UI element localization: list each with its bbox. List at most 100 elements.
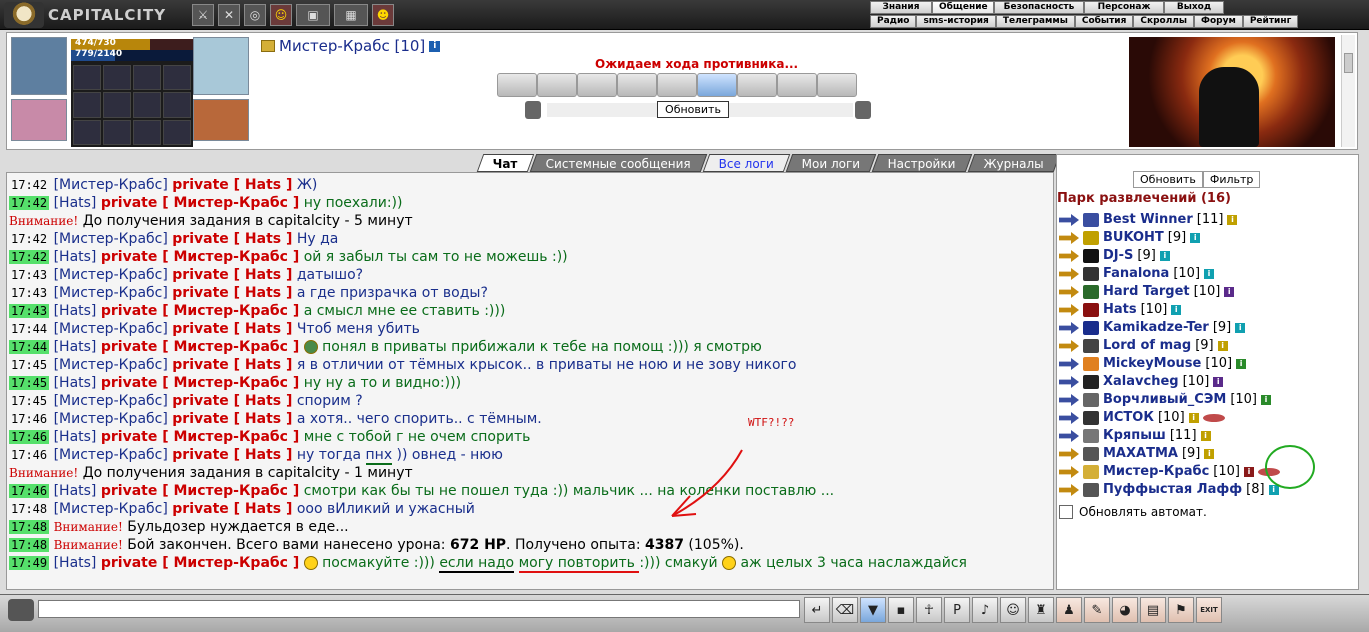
private-arrow-icon[interactable]: [1059, 304, 1079, 316]
scroll-slot[interactable]: [497, 73, 537, 97]
private-target[interactable]: private [ Hats ]: [172, 267, 292, 283]
private-arrow-icon[interactable]: [1059, 466, 1079, 478]
scroll-slot[interactable]: [777, 73, 817, 97]
user-name[interactable]: Ворчливый_СЭМ: [1103, 391, 1226, 409]
message-time[interactable]: 17:44: [9, 340, 50, 354]
nav-scrolls[interactable]: Скроллы: [1133, 15, 1195, 28]
inventory-icon[interactable]: ♟: [1056, 597, 1082, 623]
tab-journals[interactable]: Журналы: [967, 154, 1061, 172]
private-arrow-icon[interactable]: [1059, 214, 1079, 226]
private-target[interactable]: private [ Hats ]: [172, 447, 292, 463]
sender-nick[interactable]: [Мистер-Крабс]: [54, 357, 168, 373]
user-name[interactable]: BUKOHT: [1103, 229, 1164, 247]
user-row[interactable]: Fanalona [10] i: [1059, 265, 1280, 283]
private-target[interactable]: private [ Hats ]: [172, 231, 292, 247]
private-target[interactable]: private [ Мистер-Крабс ]: [101, 339, 299, 355]
info-icon[interactable]: i: [1213, 377, 1224, 387]
private-arrow-icon[interactable]: [1059, 484, 1079, 496]
map-icon[interactable]: ▦: [334, 4, 368, 26]
private-arrow-icon[interactable]: [1059, 358, 1079, 370]
helmet-slot[interactable]: [11, 37, 67, 95]
portrait-icon[interactable]: ▣: [296, 4, 330, 26]
wheel-icon[interactable]: ◎: [244, 4, 266, 26]
info-icon[interactable]: i: [1224, 287, 1235, 297]
inventory-slot[interactable]: [163, 65, 191, 91]
private-target[interactable]: private [ Hats ]: [172, 501, 292, 517]
tab-system-messages[interactable]: Системные сообщения: [529, 154, 707, 172]
nav-rating[interactable]: Рейтинг: [1242, 15, 1299, 28]
info-icon[interactable]: i: [1261, 395, 1271, 405]
info-icon[interactable]: i: [1268, 485, 1279, 495]
inventory-slot[interactable]: [73, 65, 101, 91]
message-time[interactable]: 17:49: [9, 556, 50, 570]
sender-nick[interactable]: [Мистер-Крабс]: [54, 393, 168, 409]
user-name[interactable]: Мистер-Крабс: [1103, 463, 1209, 481]
sender-nick[interactable]: [Hats]: [54, 339, 97, 355]
message-time[interactable]: 17:43: [9, 268, 49, 282]
inventory-slot[interactable]: [163, 119, 191, 145]
scroll-slot[interactable]: [737, 73, 777, 97]
user-name[interactable]: Best Winner: [1103, 211, 1193, 229]
user-row[interactable]: МАХАТМА [9] i: [1059, 445, 1280, 463]
message-time[interactable]: 17:48: [9, 502, 49, 516]
tab-settings[interactable]: Настройки: [872, 154, 973, 172]
info-icon[interactable]: i: [1159, 251, 1170, 261]
nav-communication[interactable]: Общение: [932, 1, 994, 14]
user-row[interactable]: Xalavcheg [10] i: [1059, 373, 1280, 391]
scrollbar[interactable]: [1341, 35, 1355, 147]
private-arrow-icon[interactable]: [1059, 250, 1079, 262]
info-icon[interactable]: i: [1227, 215, 1238, 225]
private-arrow-icon[interactable]: [1059, 232, 1079, 244]
info-icon[interactable]: i: [1171, 305, 1182, 315]
sender-nick[interactable]: [Мистер-Крабс]: [54, 447, 168, 463]
user-name[interactable]: Kamikadze-Ter: [1103, 319, 1209, 337]
info-icon[interactable]: i: [1190, 233, 1201, 243]
sender-nick[interactable]: [Мистер-Крабс]: [54, 267, 168, 283]
message-time[interactable]: 17:43: [9, 304, 50, 318]
clan-icon[interactable]: ♜: [1028, 597, 1054, 623]
nav-knowledge[interactable]: Знания: [870, 1, 932, 14]
character-icon[interactable]: ☻: [372, 4, 394, 26]
sender-nick[interactable]: [Мистер-Крабс]: [54, 285, 168, 301]
private-target[interactable]: private [ Мистер-Крабс ]: [101, 483, 299, 499]
user-row[interactable]: Lord of mag [9] i: [1059, 337, 1280, 355]
filter-icon[interactable]: ▼: [860, 597, 886, 623]
sender-nick[interactable]: [Мистер-Крабс]: [54, 321, 168, 337]
nav-exit[interactable]: Выход: [1164, 1, 1224, 14]
user-row[interactable]: Кряпыш [11] i: [1059, 427, 1280, 445]
message-time[interactable]: 17:42: [9, 250, 50, 264]
message-time[interactable]: 17:43: [9, 286, 49, 300]
scroll-slot-selected[interactable]: [697, 73, 737, 97]
user-name[interactable]: Xalavcheg: [1103, 373, 1179, 391]
user-row[interactable]: Hats [10] i: [1059, 301, 1280, 319]
user-name[interactable]: МАХАТМА: [1103, 445, 1178, 463]
flag-icon[interactable]: ⚑: [1168, 597, 1194, 623]
tab-all-logs[interactable]: Все логи: [702, 154, 791, 172]
swords-icon[interactable]: ✕: [218, 4, 240, 26]
auto-refresh-checkbox[interactable]: [1059, 505, 1073, 519]
sender-nick[interactable]: [Мистер-Крабс]: [54, 231, 168, 247]
nav-events[interactable]: События: [1074, 15, 1134, 28]
info-icon[interactable]: i: [1243, 467, 1254, 477]
private-target[interactable]: private [ Мистер-Крабс ]: [101, 555, 299, 571]
user-row[interactable]: BUKOHT [9] i: [1059, 229, 1280, 247]
message-time[interactable]: 17:46: [9, 448, 49, 462]
sender-nick[interactable]: [Hats]: [54, 249, 97, 265]
nav-telegrams[interactable]: Телеграммы: [995, 15, 1075, 28]
info-icon[interactable]: i: [1200, 431, 1211, 441]
info-icon[interactable]: i: [1235, 323, 1246, 333]
private-target[interactable]: private [ Hats ]: [172, 411, 292, 427]
user-name[interactable]: Hard Target: [1103, 283, 1190, 301]
private-target[interactable]: private [ Hats ]: [172, 177, 292, 193]
inventory-slot[interactable]: [163, 92, 191, 118]
message-time[interactable]: 17:48: [9, 520, 50, 534]
private-arrow-icon[interactable]: [1059, 286, 1079, 298]
inventory-slot[interactable]: [103, 92, 131, 118]
private-target[interactable]: private [ Мистер-Крабс ]: [101, 429, 299, 445]
private-arrow-icon[interactable]: [1059, 322, 1079, 334]
nav-forum[interactable]: Форум: [1194, 15, 1243, 28]
scroll-slot[interactable]: [657, 73, 697, 97]
tab-my-logs[interactable]: Мои логи: [785, 154, 877, 172]
user-name[interactable]: Fanalona: [1103, 265, 1169, 283]
tab-chat[interactable]: Чат: [476, 154, 535, 172]
